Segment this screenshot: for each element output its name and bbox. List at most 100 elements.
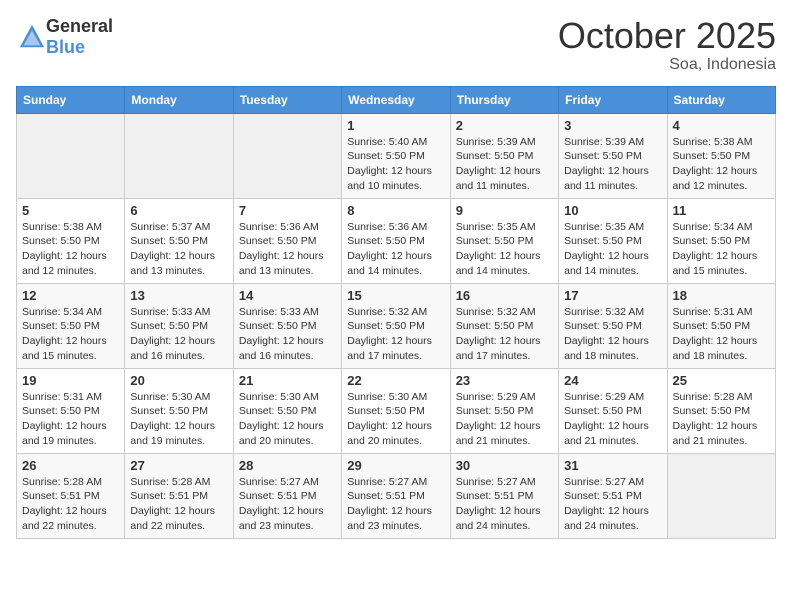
day-number: 26 bbox=[22, 458, 119, 473]
day-number: 14 bbox=[239, 288, 336, 303]
day-info: Sunrise: 5:28 AM Sunset: 5:50 PM Dayligh… bbox=[673, 390, 770, 449]
day-number: 25 bbox=[673, 373, 770, 388]
day-info: Sunrise: 5:32 AM Sunset: 5:50 PM Dayligh… bbox=[456, 305, 553, 364]
calendar-cell: 31 Sunrise: 5:27 AM Sunset: 5:51 PM Dayli… bbox=[559, 453, 667, 538]
day-info: Sunrise: 5:39 AM Sunset: 5:50 PM Dayligh… bbox=[564, 135, 661, 194]
logo-icon bbox=[18, 23, 46, 51]
calendar-week-4: 19Sunrise: 5:31 AM Sunset: 5:50 PM Dayli… bbox=[17, 368, 776, 453]
calendar-cell: 18 Sunrise: 5:31 AM Sunset: 5:50 PM Dayli… bbox=[667, 283, 775, 368]
day-info: Sunrise: 5:31 AM Sunset: 5:50 PM Dayligh… bbox=[22, 390, 119, 449]
calendar-cell bbox=[125, 113, 233, 198]
title-block: October 2025 Soa, Indonesia bbox=[558, 16, 776, 74]
page-header: General Blue October 2025 Soa, Indonesia bbox=[16, 16, 776, 74]
day-info: Sunrise: 5:36 AM Sunset: 5:50 PM Dayligh… bbox=[239, 220, 336, 279]
day-info: Sunrise: 5:29 AM Sunset: 5:50 PM Dayligh… bbox=[456, 390, 553, 449]
calendar-cell: 10Sunrise: 5:35 AM Sunset: 5:50 PM Dayli… bbox=[559, 198, 667, 283]
calendar-cell: 16 Sunrise: 5:32 AM Sunset: 5:50 PM Dayli… bbox=[450, 283, 558, 368]
day-info: Sunrise: 5:38 AM Sunset: 5:50 PM Dayligh… bbox=[673, 135, 770, 194]
calendar-cell: 7 Sunrise: 5:36 AM Sunset: 5:50 PM Daylig… bbox=[233, 198, 341, 283]
calendar-cell: 21Sunrise: 5:30 AM Sunset: 5:50 PM Dayli… bbox=[233, 368, 341, 453]
day-number: 4 bbox=[673, 118, 770, 133]
day-info: Sunrise: 5:39 AM Sunset: 5:50 PM Dayligh… bbox=[456, 135, 553, 194]
day-number: 7 bbox=[239, 203, 336, 218]
logo-blue: Blue bbox=[46, 37, 85, 57]
weekday-header-row: SundayMondayTuesdayWednesdayThursdayFrid… bbox=[17, 86, 776, 113]
weekday-header-thursday: Thursday bbox=[450, 86, 558, 113]
day-info: Sunrise: 5:27 AM Sunset: 5:51 PM Dayligh… bbox=[456, 475, 553, 534]
day-info: Sunrise: 5:30 AM Sunset: 5:50 PM Dayligh… bbox=[347, 390, 444, 449]
calendar-cell: 9 Sunrise: 5:35 AM Sunset: 5:50 PM Daylig… bbox=[450, 198, 558, 283]
day-number: 20 bbox=[130, 373, 227, 388]
month-title: October 2025 bbox=[558, 16, 776, 56]
day-info: Sunrise: 5:40 AM Sunset: 5:50 PM Dayligh… bbox=[347, 135, 444, 194]
calendar-cell: 26Sunrise: 5:28 AM Sunset: 5:51 PM Dayli… bbox=[17, 453, 125, 538]
calendar-table: SundayMondayTuesdayWednesdayThursdayFrid… bbox=[16, 86, 776, 539]
day-info: Sunrise: 5:37 AM Sunset: 5:50 PM Dayligh… bbox=[130, 220, 227, 279]
day-info: Sunrise: 5:27 AM Sunset: 5:51 PM Dayligh… bbox=[564, 475, 661, 534]
day-number: 17 bbox=[564, 288, 661, 303]
calendar-cell: 29 Sunrise: 5:27 AM Sunset: 5:51 PM Dayli… bbox=[342, 453, 450, 538]
day-number: 2 bbox=[456, 118, 553, 133]
calendar-cell: 24 Sunrise: 5:29 AM Sunset: 5:50 PM Dayli… bbox=[559, 368, 667, 453]
calendar-cell: 14 Sunrise: 5:33 AM Sunset: 5:50 PM Dayli… bbox=[233, 283, 341, 368]
day-number: 22 bbox=[347, 373, 444, 388]
calendar-cell bbox=[667, 453, 775, 538]
day-info: Sunrise: 5:33 AM Sunset: 5:50 PM Dayligh… bbox=[130, 305, 227, 364]
day-info: Sunrise: 5:36 AM Sunset: 5:50 PM Dayligh… bbox=[347, 220, 444, 279]
day-number: 3 bbox=[564, 118, 661, 133]
calendar-week-2: 5Sunrise: 5:38 AM Sunset: 5:50 PM Daylig… bbox=[17, 198, 776, 283]
day-info: Sunrise: 5:28 AM Sunset: 5:51 PM Dayligh… bbox=[130, 475, 227, 534]
day-info: Sunrise: 5:34 AM Sunset: 5:50 PM Dayligh… bbox=[673, 220, 770, 279]
weekday-header-tuesday: Tuesday bbox=[233, 86, 341, 113]
day-number: 27 bbox=[130, 458, 227, 473]
day-info: Sunrise: 5:30 AM Sunset: 5:50 PM Dayligh… bbox=[130, 390, 227, 449]
day-info: Sunrise: 5:27 AM Sunset: 5:51 PM Dayligh… bbox=[239, 475, 336, 534]
calendar-cell: 13 Sunrise: 5:33 AM Sunset: 5:50 PM Dayli… bbox=[125, 283, 233, 368]
day-info: Sunrise: 5:34 AM Sunset: 5:50 PM Dayligh… bbox=[22, 305, 119, 364]
calendar-cell: 30 Sunrise: 5:27 AM Sunset: 5:51 PM Dayli… bbox=[450, 453, 558, 538]
day-number: 12 bbox=[22, 288, 119, 303]
calendar-cell bbox=[233, 113, 341, 198]
calendar-cell: 8 Sunrise: 5:36 AM Sunset: 5:50 PM Daylig… bbox=[342, 198, 450, 283]
calendar-cell: 25 Sunrise: 5:28 AM Sunset: 5:50 PM Dayli… bbox=[667, 368, 775, 453]
day-number: 13 bbox=[130, 288, 227, 303]
calendar-cell bbox=[17, 113, 125, 198]
calendar-cell: 2 Sunrise: 5:39 AM Sunset: 5:50 PM Daylig… bbox=[450, 113, 558, 198]
calendar-cell: 15 Sunrise: 5:32 AM Sunset: 5:50 PM Dayli… bbox=[342, 283, 450, 368]
weekday-header-friday: Friday bbox=[559, 86, 667, 113]
day-number: 30 bbox=[456, 458, 553, 473]
day-number: 1 bbox=[347, 118, 444, 133]
day-number: 9 bbox=[456, 203, 553, 218]
calendar-cell: 5Sunrise: 5:38 AM Sunset: 5:50 PM Daylig… bbox=[17, 198, 125, 283]
day-number: 15 bbox=[347, 288, 444, 303]
day-number: 16 bbox=[456, 288, 553, 303]
calendar-cell: 4 Sunrise: 5:38 AM Sunset: 5:50 PM Daylig… bbox=[667, 113, 775, 198]
day-info: Sunrise: 5:32 AM Sunset: 5:50 PM Dayligh… bbox=[564, 305, 661, 364]
day-number: 21 bbox=[239, 373, 336, 388]
day-info: Sunrise: 5:35 AM Sunset: 5:50 PM Dayligh… bbox=[456, 220, 553, 279]
day-info: Sunrise: 5:27 AM Sunset: 5:51 PM Dayligh… bbox=[347, 475, 444, 534]
calendar-week-1: 1 Sunrise: 5:40 AM Sunset: 5:50 PM Daylig… bbox=[17, 113, 776, 198]
day-number: 28 bbox=[239, 458, 336, 473]
calendar-cell: 11 Sunrise: 5:34 AM Sunset: 5:50 PM Dayli… bbox=[667, 198, 775, 283]
day-number: 24 bbox=[564, 373, 661, 388]
day-info: Sunrise: 5:33 AM Sunset: 5:50 PM Dayligh… bbox=[239, 305, 336, 364]
day-info: Sunrise: 5:32 AM Sunset: 5:50 PM Dayligh… bbox=[347, 305, 444, 364]
calendar-cell: 28 Sunrise: 5:27 AM Sunset: 5:51 PM Dayli… bbox=[233, 453, 341, 538]
logo: General Blue bbox=[16, 16, 113, 58]
calendar-cell: 6Sunrise: 5:37 AM Sunset: 5:50 PM Daylig… bbox=[125, 198, 233, 283]
day-number: 8 bbox=[347, 203, 444, 218]
day-info: Sunrise: 5:31 AM Sunset: 5:50 PM Dayligh… bbox=[673, 305, 770, 364]
logo-general: General bbox=[46, 16, 113, 36]
calendar-week-5: 26 Sunrise: 5:28 AM Sunset: 5:51 PM Dayli… bbox=[17, 453, 776, 538]
calendar-cell: 3 Sunrise: 5:39 AM Sunset: 5:50 PM Daylig… bbox=[559, 113, 667, 198]
calendar-cell: 19Sunrise: 5:31 AM Sunset: 5:50 PM Dayli… bbox=[17, 368, 125, 453]
day-number: 29 bbox=[347, 458, 444, 473]
day-number: 31 bbox=[564, 458, 661, 473]
day-info: Sunrise: 5:29 AM Sunset: 5:50 PM Dayligh… bbox=[564, 390, 661, 449]
day-number: 5 bbox=[22, 203, 119, 218]
calendar-cell: 17 Sunrise: 5:32 AM Sunset: 5:50 PM Dayli… bbox=[559, 283, 667, 368]
day-number: 18 bbox=[673, 288, 770, 303]
weekday-header-wednesday: Wednesday bbox=[342, 86, 450, 113]
day-number: 11 bbox=[673, 203, 770, 218]
